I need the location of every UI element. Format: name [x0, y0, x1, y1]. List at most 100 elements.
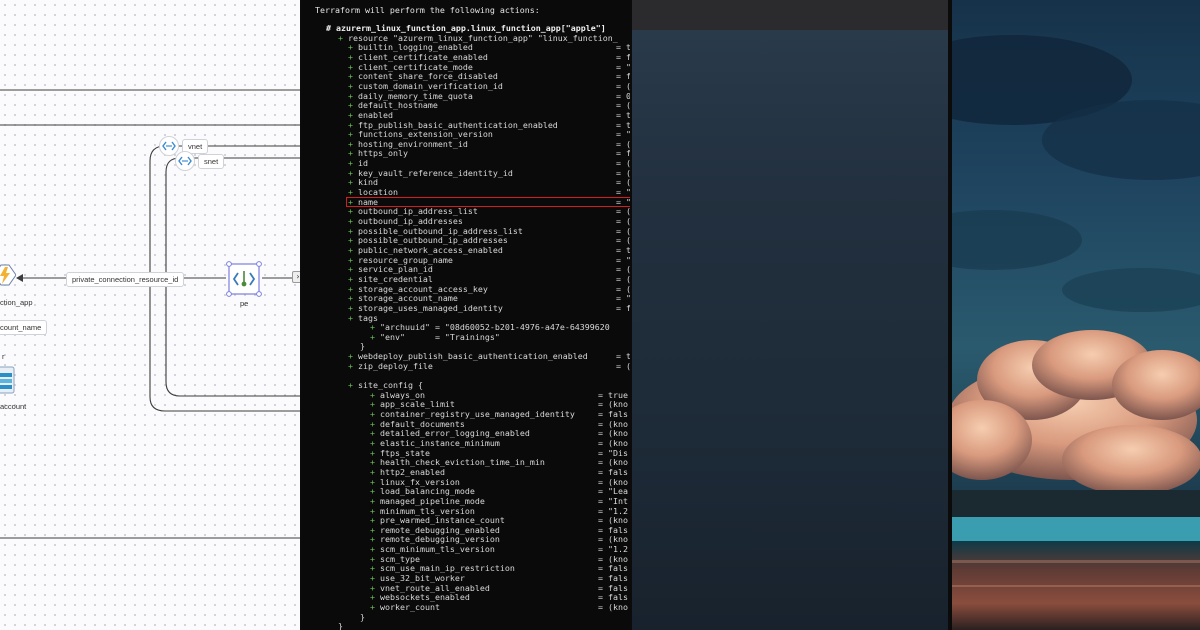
site-config-line-text: site_config {: [358, 380, 423, 391]
plus-marker: +: [348, 80, 358, 91]
plus-marker: +: [348, 206, 358, 217]
attribute-line-text: site_credential: [358, 273, 433, 284]
site-config-attribute-text: detailed_error_logging_enabled: [380, 428, 530, 439]
attribute-line-value: = t: [616, 109, 630, 120]
plus-marker: +: [348, 293, 358, 304]
plus-marker: +: [348, 244, 358, 255]
account-name-tag: count_name: [0, 320, 48, 335]
site-config-attribute-text: load_balancing_mode: [380, 486, 475, 497]
site-config-attribute-text: scm_type: [380, 553, 420, 564]
close-brace-line: }: [338, 621, 343, 630]
plus-marker: +: [370, 495, 380, 506]
site-config-attribute-text: scm_minimum_tls_version: [380, 544, 495, 555]
site-config-attribute-text: http2_enabled: [380, 466, 445, 477]
attribute-line-text: enabled: [358, 109, 393, 120]
storage-account-label: account: [0, 402, 27, 411]
close-brace-line: }: [360, 611, 365, 623]
attribute-line-text: zip_deploy_file: [358, 360, 433, 371]
site-config-attribute-text: health_check_eviction_time_in_min: [380, 457, 545, 468]
plus-marker: +: [370, 437, 380, 448]
plus-marker: +: [370, 592, 380, 603]
diagram-connections: [0, 89, 300, 539]
attribute-line-text: daily_memory_time_quota: [358, 90, 473, 101]
storage-top-label: r: [2, 352, 5, 361]
site-config-attribute-value: = "Int: [598, 495, 628, 506]
plus-marker: +: [370, 322, 380, 333]
attribute-line-text: resource_group_name: [358, 254, 453, 265]
site-config-attribute-text: container_registry_use_managed_identity: [380, 409, 575, 419]
dark-panel-top-bar: [632, 0, 948, 30]
tag-entry-line-text: "archuuid" = "08d60052-b201-4976-a47e-64…: [380, 322, 610, 333]
attribute-line-text: key_vault_reference_identity_id: [358, 167, 513, 178]
attribute-line-text: ftp_publish_basic_authentication_enabled: [358, 119, 558, 130]
plus-marker: +: [348, 119, 358, 130]
site-config-attribute-text: default_documents: [380, 418, 465, 429]
plus-marker: +: [370, 428, 380, 439]
private-endpoint-icon[interactable]: [226, 261, 262, 297]
terminal-header: Terraform will perform the following act…: [315, 5, 540, 15]
plus-marker: +: [370, 524, 380, 535]
site-config-attribute-text: elastic_instance_minimum: [380, 437, 500, 448]
plus-marker: +: [370, 544, 380, 555]
plus-marker: +: [348, 148, 358, 159]
attribute-line-text: storage_account_name: [358, 293, 458, 304]
vnet-icon[interactable]: [159, 136, 179, 156]
site-config-attribute-text: use_32_bit_worker: [380, 573, 465, 584]
attribute-line-value: = f: [616, 302, 630, 313]
plus-marker: +: [370, 534, 380, 545]
site-config-attribute-text: minimum_tls_version: [380, 505, 475, 516]
plus-marker: +: [348, 225, 358, 236]
plus-marker: +: [370, 447, 380, 458]
site-config-attribute-text: websockets_enabled: [380, 592, 470, 603]
site-config-attribute-value: = (kno: [598, 602, 628, 612]
plus-marker: +: [370, 418, 380, 429]
attribute-line-text: https_only: [358, 148, 408, 159]
storage-account-icon[interactable]: [0, 365, 16, 395]
plus-marker: +: [348, 109, 358, 120]
plus-marker: +: [370, 331, 380, 342]
plus-marker: +: [370, 476, 380, 487]
plus-marker: +: [348, 177, 358, 188]
plus-marker: +: [370, 573, 380, 584]
plus-marker: +: [370, 602, 380, 612]
attribute-line-text: client_certificate_enabled: [358, 51, 488, 62]
function-app-icon[interactable]: [0, 262, 17, 288]
close-brace-line-text: }: [360, 611, 365, 622]
edge-label-private-connection: private_connection_resource_id: [66, 272, 185, 287]
plus-marker: +: [370, 457, 380, 468]
site-config-attribute-text: always_on: [380, 389, 425, 400]
attribute-line-text: public_network_access_enabled: [358, 244, 503, 255]
attribute-line: + zip_deploy_file: [348, 360, 433, 372]
site-config-attribute-text: linux_fx_version: [380, 476, 460, 487]
dark-panel: [632, 0, 948, 630]
attribute-line-text: builtin_logging_enabled: [358, 42, 473, 53]
attribute-line-text: client_certificate_mode: [358, 61, 473, 72]
plus-marker: +: [348, 351, 358, 362]
plus-marker: +: [348, 61, 358, 72]
attribute-line-text: possible_outbound_ip_address_list: [358, 225, 523, 236]
attribute-line-text: functions_extension_version: [358, 129, 493, 140]
plus-marker: +: [370, 399, 380, 410]
site-config-attribute-text: worker_count: [380, 602, 440, 612]
tag-entry-line-text: "env" = "Trainings": [380, 331, 500, 342]
plus-marker: +: [370, 563, 380, 574]
cloud-illustration: [952, 0, 1200, 630]
function-app-label: ction_app: [0, 298, 33, 307]
snet-tag: snet: [198, 154, 225, 169]
plus-marker: +: [348, 283, 358, 294]
attribute-line-text: location: [358, 187, 398, 198]
plus-marker: +: [370, 409, 380, 419]
resource-line-text: resource "azurerm_linux_function_app" "l…: [348, 32, 618, 43]
attribute-line-text: kind: [358, 177, 378, 188]
snet-icon[interactable]: [175, 151, 195, 171]
attribute-line-text: default_hostname: [358, 100, 438, 111]
plus-marker: +: [348, 158, 358, 169]
plus-marker: +: [348, 302, 358, 313]
site-config-attribute-text: scm_use_main_ip_restriction: [380, 563, 515, 574]
attribute-line-text: webdeploy_publish_basic_authentication_e…: [358, 351, 588, 362]
tag-entry-line: + "env" = "Trainings": [370, 331, 500, 343]
attribute-line-text: id: [358, 158, 368, 169]
plus-marker: +: [348, 360, 358, 371]
terraform-plan-terminal: Terraform will perform the following act…: [302, 0, 630, 630]
plus-marker: +: [348, 71, 358, 82]
